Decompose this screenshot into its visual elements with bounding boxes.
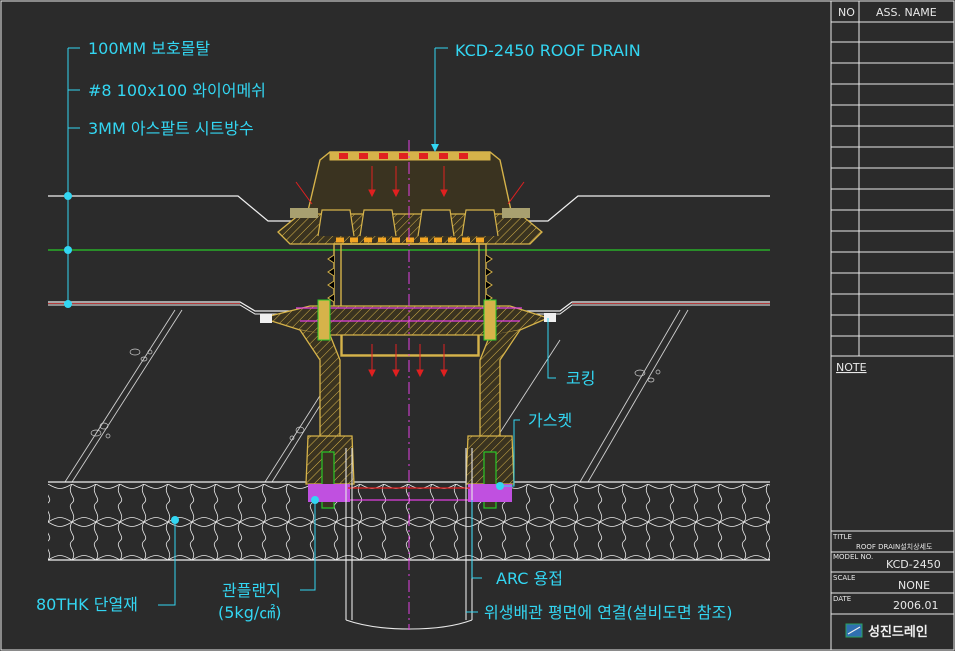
- company-name: 성진드레인: [868, 624, 928, 640]
- roof-drain-detail-drawing: 100MM 보호몰탈 #8 100x100 와이어메쉬 3MM 아스팔트 시트방…: [0, 0, 955, 651]
- label-asphalt-sheet: 3MM 아스팔트 시트방수: [88, 119, 254, 138]
- label-wire-mesh: #8 100x100 와이어메쉬: [88, 81, 266, 100]
- model-value: KCD-2450: [886, 558, 941, 571]
- date-label: DATE: [833, 595, 851, 603]
- title-label: TITLE: [832, 533, 852, 541]
- scale-label: SCALE: [833, 574, 855, 582]
- column-no: NO: [838, 6, 855, 19]
- note-label: NOTE: [836, 361, 867, 374]
- label-insulation: 80THK 단열재: [36, 595, 138, 614]
- label-arc-weld: ARC 용접: [496, 569, 563, 588]
- title-block: NO ASS. NAME NOTE TITLE ROOF DRAIN설치상세도 …: [830, 1, 954, 650]
- column-ass-name: ASS. NAME: [876, 6, 937, 19]
- company-logo: 성진드레인: [845, 623, 928, 640]
- title-value: ROOF DRAIN설치상세도: [856, 542, 933, 551]
- label-roof-drain: KCD-2450 ROOF DRAIN: [455, 41, 641, 60]
- label-flange-pressure: (5kg/㎠): [218, 603, 281, 622]
- model-label: MODEL NO.: [833, 553, 873, 561]
- label-protect-mortar: 100MM 보호몰탈: [88, 39, 210, 58]
- label-caulking: 코킹: [566, 369, 595, 388]
- scale-value: NONE: [898, 579, 930, 592]
- roof-drain-arrowhead: [431, 144, 439, 152]
- date-value: 2006.01: [893, 599, 939, 612]
- label-pipe-flange: 관플랜지: [222, 581, 281, 600]
- label-sanitary-pipe: 위생배관 평면에 연결(설비도면 참조): [484, 603, 733, 622]
- label-gasket: 가스켓: [528, 411, 572, 430]
